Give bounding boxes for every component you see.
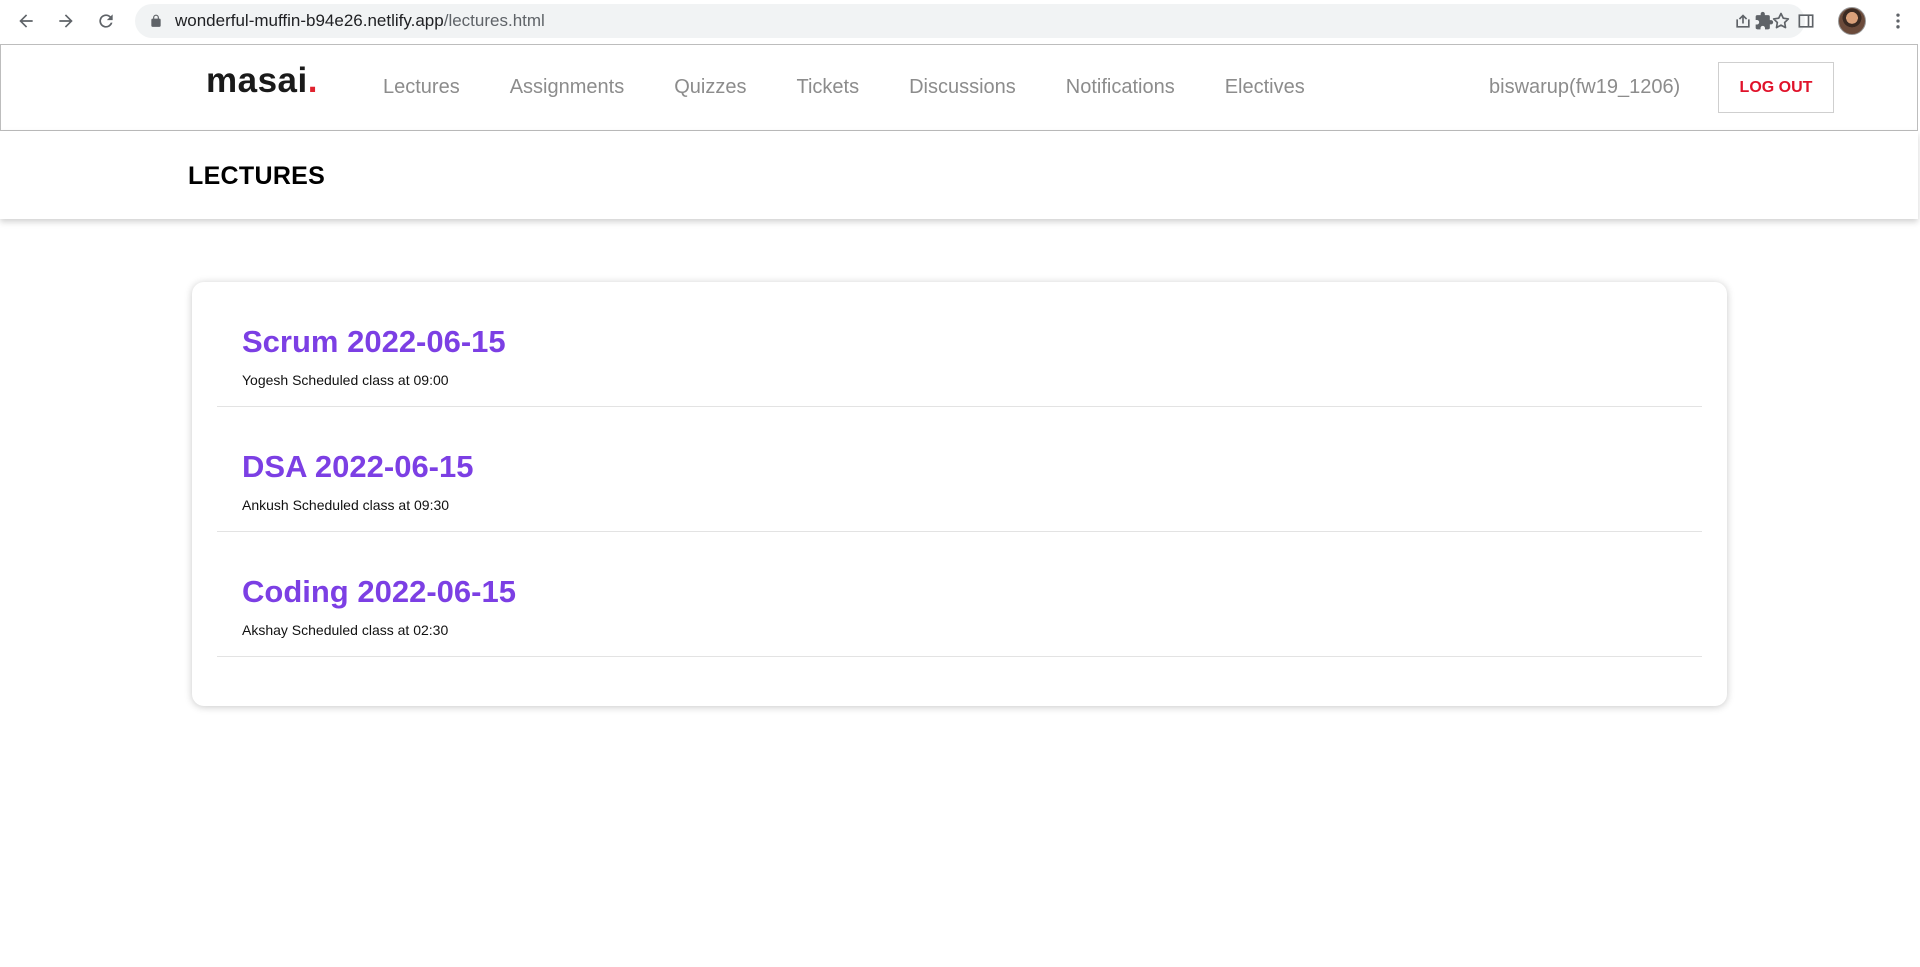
main-nav: Lectures Assignments Quizzes Tickets Dis… xyxy=(383,45,1355,130)
nav-assignments[interactable]: Assignments xyxy=(510,76,625,99)
logout-button[interactable]: LOG OUT xyxy=(1718,62,1834,113)
forward-button[interactable] xyxy=(46,1,86,41)
nav-lectures[interactable]: Lectures xyxy=(383,76,460,99)
lecture-item: Scrum 2022-06-15 Yogesh Scheduled class … xyxy=(217,282,1702,407)
logo-dot: . xyxy=(307,61,318,100)
site-header: masai. Lectures Assignments Quizzes Tick… xyxy=(0,44,1918,131)
username: biswarup(fw19_1206) xyxy=(1489,76,1681,98)
nav-discussions[interactable]: Discussions xyxy=(909,76,1016,99)
nav-quizzes[interactable]: Quizzes xyxy=(674,76,746,99)
lecture-schedule-text: Yogesh Scheduled class at 09:00 xyxy=(242,372,449,388)
lecture-title-link[interactable]: DSA 2022-06-15 xyxy=(242,451,474,482)
lecture-list-card: Scrum 2022-06-15 Yogesh Scheduled class … xyxy=(192,282,1727,706)
page-title: LECTURES xyxy=(188,162,326,190)
nav-notifications[interactable]: Notifications xyxy=(1066,76,1175,99)
url-text: wonderful-muffin-b94e26.netlify.app/lect… xyxy=(175,11,545,31)
reload-button[interactable] xyxy=(86,1,126,41)
lecture-schedule-text: Ankush Scheduled class at 09:30 xyxy=(242,497,450,513)
extensions-puzzle-icon[interactable] xyxy=(1754,11,1774,31)
lock-icon xyxy=(149,14,163,28)
lecture-schedule-text: Akshay Scheduled class at 02:30 xyxy=(242,622,449,638)
browser-toolbar: wonderful-muffin-b94e26.netlify.app/lect… xyxy=(0,0,1920,42)
lecture-item: DSA 2022-06-15 Ankush Scheduled class at… xyxy=(217,407,1702,532)
url-host: wonderful-muffin-b94e26.netlify.app xyxy=(175,11,444,30)
address-bar[interactable]: wonderful-muffin-b94e26.netlify.app/lect… xyxy=(135,4,1805,38)
reload-icon xyxy=(99,14,113,28)
nav-electives[interactable]: Electives xyxy=(1225,76,1305,99)
back-button[interactable] xyxy=(6,1,46,41)
more-vertical-icon[interactable] xyxy=(1888,11,1908,31)
side-panel-icon[interactable] xyxy=(1796,11,1816,31)
url-path: /lectures.html xyxy=(443,11,545,30)
page-title-band: LECTURES xyxy=(0,131,1918,219)
arrow-right-icon xyxy=(59,14,73,28)
share-icon[interactable] xyxy=(1733,11,1753,31)
profile-avatar[interactable] xyxy=(1838,7,1866,35)
browser-actions xyxy=(1754,0,1908,42)
lecture-title-link[interactable]: Coding 2022-06-15 xyxy=(242,576,516,607)
arrow-left-icon xyxy=(19,14,33,28)
lecture-title-link[interactable]: Scrum 2022-06-15 xyxy=(242,326,506,357)
lecture-item: Coding 2022-06-15 Akshay Scheduled class… xyxy=(217,532,1702,657)
masai-logo[interactable]: masai. xyxy=(206,61,318,101)
nav-tickets[interactable]: Tickets xyxy=(796,76,859,99)
logo-text: masai xyxy=(206,61,308,100)
